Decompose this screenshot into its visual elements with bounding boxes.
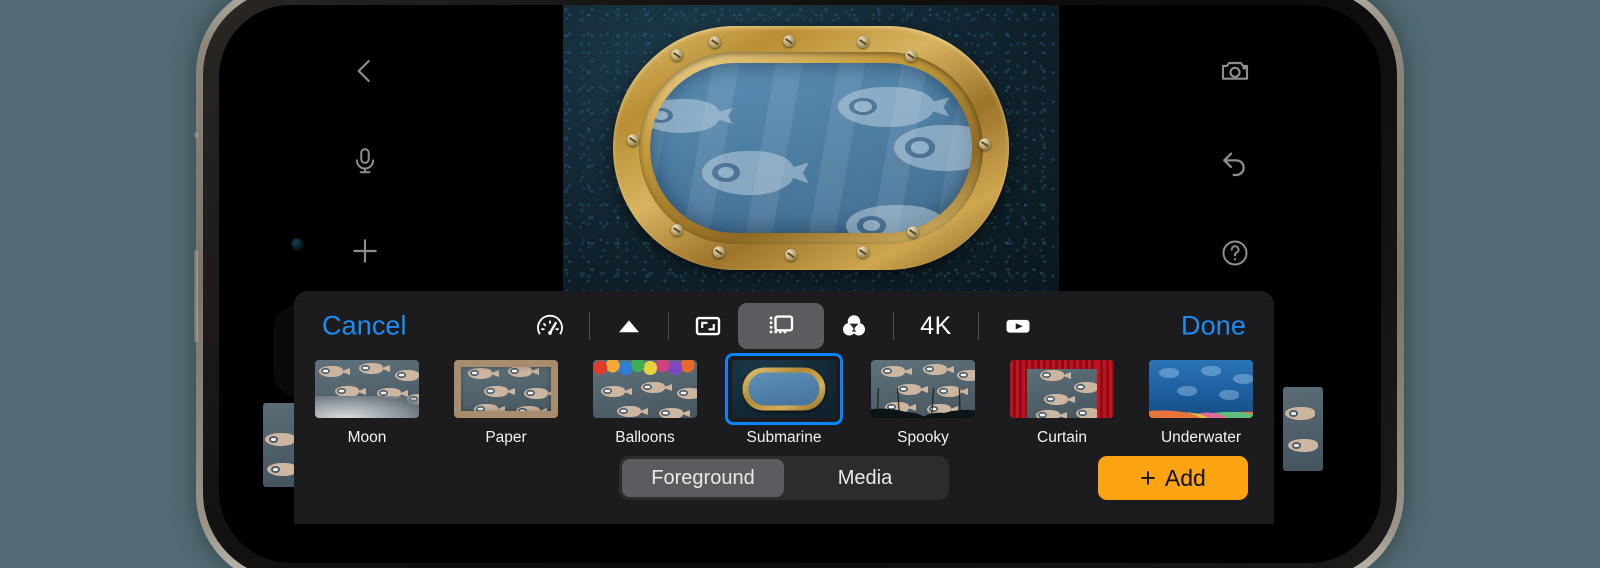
front-camera-icon bbox=[291, 238, 304, 251]
screw-icon bbox=[857, 36, 869, 48]
help-icon[interactable] bbox=[1207, 225, 1263, 281]
screw-icon bbox=[785, 249, 797, 261]
thumb-label: Underwater bbox=[1160, 429, 1242, 446]
fish-shape bbox=[838, 87, 950, 127]
plus-icon: + bbox=[1140, 462, 1156, 493]
segment-foreground[interactable]: Foreground bbox=[622, 459, 784, 497]
background-thumb-curtain[interactable]: Curtain bbox=[1001, 353, 1123, 446]
resolution-button[interactable]: 4K bbox=[903, 303, 969, 349]
screw-icon bbox=[627, 134, 639, 146]
background-thumb-paper[interactable]: Paper bbox=[445, 353, 567, 446]
background-thumb-spooky[interactable]: Spooky bbox=[862, 353, 984, 446]
screw-icon bbox=[709, 36, 721, 48]
screw-icon bbox=[783, 35, 795, 47]
segment-media[interactable]: Media bbox=[784, 459, 946, 497]
spooky-trees bbox=[871, 387, 975, 418]
fish-shape bbox=[650, 99, 733, 133]
undo-icon[interactable] bbox=[1207, 135, 1263, 191]
background-thumb-moon[interactable]: Moon bbox=[306, 353, 428, 446]
mute-switch[interactable] bbox=[194, 132, 198, 138]
speed-icon[interactable] bbox=[520, 303, 580, 349]
balloons-decor bbox=[593, 360, 697, 378]
volume-buttons[interactable] bbox=[194, 250, 198, 342]
curtain-left bbox=[1010, 360, 1027, 418]
editor-toolbar: Cancel 4K Done bbox=[294, 291, 1274, 361]
plus-icon[interactable] bbox=[337, 223, 393, 279]
porthole-inner-ring bbox=[639, 52, 983, 244]
background-thumb-underwater[interactable]: Underwater bbox=[1140, 353, 1262, 446]
toolbar-divider bbox=[978, 312, 979, 340]
paper-border bbox=[454, 360, 558, 418]
toolbar-divider bbox=[893, 312, 894, 340]
background-chooser-panel: Cancel 4K Done Moon Paper Balloons Subma… bbox=[294, 291, 1274, 524]
timeline-clip[interactable] bbox=[1283, 387, 1323, 471]
layer-segmented-control[interactable]: Foreground Media bbox=[619, 456, 949, 500]
fish-shape bbox=[846, 205, 960, 233]
done-button[interactable]: Done bbox=[1181, 311, 1246, 342]
underwater-reef bbox=[1149, 398, 1253, 418]
background-thumb-balloons[interactable]: Balloons bbox=[584, 353, 706, 446]
screw-icon bbox=[671, 224, 683, 236]
submarine-porthole bbox=[742, 367, 826, 411]
panel-bottom-row: Foreground Media + Add bbox=[294, 454, 1274, 510]
porthole-glass bbox=[650, 63, 972, 233]
cancel-button[interactable]: Cancel bbox=[322, 311, 407, 342]
play-icon[interactable] bbox=[988, 303, 1048, 349]
background-thumbnail-list: Moon Paper Balloons Submarine Spooky Cur… bbox=[294, 353, 1274, 448]
toolbar-tool-group: 4K bbox=[520, 303, 1048, 349]
fish-shape bbox=[702, 151, 809, 195]
filters-icon[interactable] bbox=[824, 303, 884, 349]
toolbar-divider bbox=[668, 312, 669, 340]
add-button-label: Add bbox=[1164, 464, 1206, 491]
thumb-label: Curtain bbox=[1037, 429, 1087, 446]
curtain-right bbox=[1097, 360, 1114, 418]
back-icon[interactable] bbox=[337, 43, 393, 99]
porthole-frame bbox=[613, 26, 1009, 270]
thumb-label: Submarine bbox=[746, 429, 822, 446]
toolbar-divider bbox=[589, 312, 590, 340]
screw-icon bbox=[671, 49, 683, 61]
thumb-label: Spooky bbox=[897, 429, 949, 446]
thumb-label: Paper bbox=[485, 429, 527, 446]
camera-icon[interactable] bbox=[1207, 43, 1263, 99]
screenshot-stage: Cancel 4K Done Moon Paper Balloons Subma… bbox=[0, 0, 1600, 568]
moon-surface bbox=[315, 395, 419, 418]
add-button[interactable]: + Add bbox=[1098, 456, 1248, 500]
cutaway-icon[interactable] bbox=[738, 303, 824, 349]
screw-icon bbox=[907, 226, 919, 238]
thumb-label: Moon bbox=[347, 429, 387, 446]
screw-icon bbox=[713, 246, 725, 258]
fish-shape bbox=[894, 125, 972, 171]
volume-icon[interactable] bbox=[599, 303, 659, 349]
thumb-label: Balloons bbox=[615, 429, 675, 446]
screw-icon bbox=[905, 50, 917, 62]
microphone-icon[interactable] bbox=[337, 133, 393, 189]
crop-icon[interactable] bbox=[678, 303, 738, 349]
screw-icon bbox=[857, 246, 869, 258]
video-preview[interactable] bbox=[563, 5, 1059, 291]
background-thumb-submarine[interactable]: Submarine bbox=[723, 353, 845, 446]
screw-icon bbox=[979, 138, 991, 150]
